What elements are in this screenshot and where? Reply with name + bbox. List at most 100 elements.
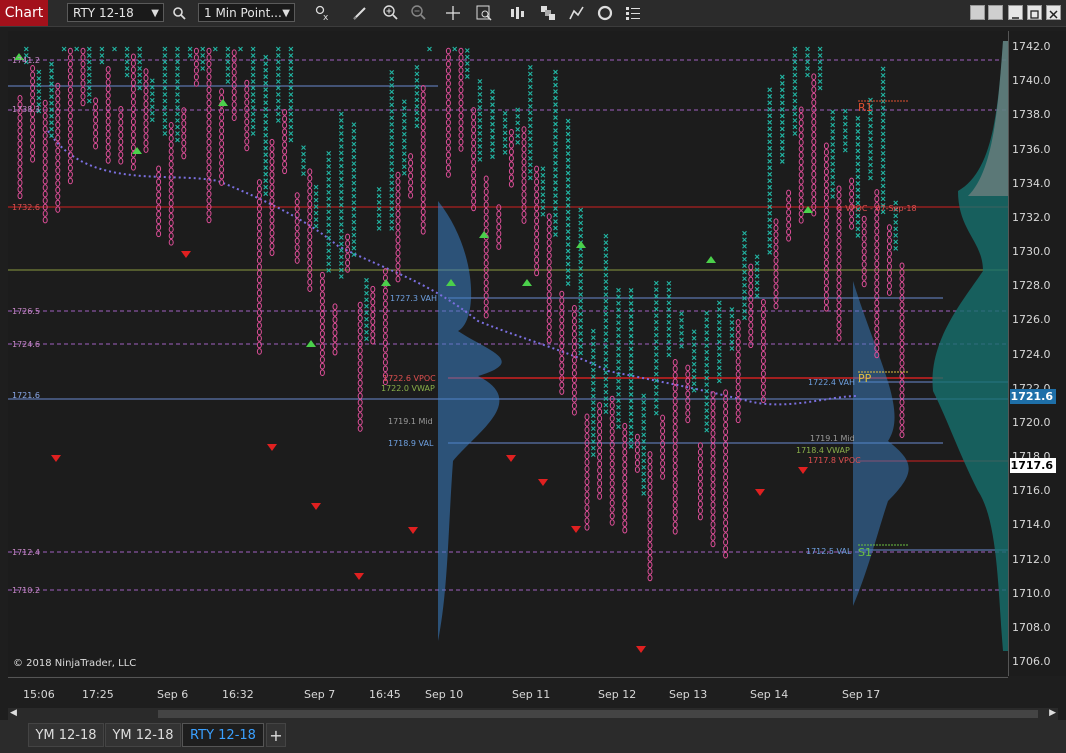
x-box bbox=[149, 110, 155, 116]
x-box bbox=[338, 176, 344, 182]
scroll-thumb[interactable] bbox=[158, 710, 1038, 718]
scroll-left-icon[interactable]: ◀ bbox=[10, 708, 17, 718]
bar-style-icon[interactable] bbox=[507, 2, 529, 24]
horizontal-scrollbar[interactable]: ◀ ▶ bbox=[8, 708, 1058, 720]
tab-ym-12-18[interactable]: YM 12-18 bbox=[28, 723, 104, 747]
o-box bbox=[622, 435, 628, 443]
search-icon[interactable] bbox=[168, 2, 190, 24]
refresh-icon[interactable] bbox=[594, 2, 616, 24]
o-box bbox=[93, 110, 99, 117]
minimize-icon[interactable] bbox=[1008, 5, 1023, 20]
o-box bbox=[899, 418, 905, 426]
down-reversal-icon bbox=[311, 503, 321, 510]
x-box bbox=[49, 74, 54, 80]
o-box bbox=[609, 499, 615, 507]
o-box bbox=[609, 512, 615, 520]
o-box bbox=[105, 111, 111, 119]
o-box bbox=[584, 420, 590, 427]
data-box-icon[interactable] bbox=[473, 2, 495, 24]
o-box bbox=[559, 297, 565, 304]
window-menu-icon[interactable] bbox=[970, 5, 985, 20]
o-box bbox=[697, 461, 703, 469]
x-box bbox=[175, 59, 180, 65]
o-box bbox=[748, 276, 754, 284]
x-box bbox=[792, 59, 798, 65]
x-box bbox=[351, 154, 357, 160]
indicators-icon[interactable] bbox=[566, 2, 588, 24]
x-box bbox=[880, 66, 886, 72]
point-and-figure-chart[interactable] bbox=[8, 31, 1008, 676]
x-box bbox=[225, 53, 231, 58]
chart-tab[interactable]: Chart bbox=[0, 0, 48, 26]
x-box bbox=[767, 249, 773, 255]
crosshair-icon[interactable] bbox=[442, 2, 464, 24]
strategies-icon[interactable] bbox=[537, 2, 559, 24]
x-box bbox=[414, 84, 420, 90]
x-box bbox=[565, 248, 571, 254]
tab-ym-12-18-2[interactable]: YM 12-18 bbox=[105, 723, 181, 747]
x-box bbox=[162, 85, 168, 91]
x-box bbox=[338, 157, 344, 162]
o-box bbox=[420, 195, 426, 203]
o-box bbox=[723, 434, 729, 442]
close-icon[interactable] bbox=[1046, 5, 1061, 20]
scroll-right-icon[interactable]: ▶ bbox=[1049, 708, 1056, 718]
o-box bbox=[206, 119, 212, 126]
o-box bbox=[521, 158, 527, 166]
x-box bbox=[893, 220, 899, 225]
x-box bbox=[590, 419, 596, 425]
x-box bbox=[855, 194, 861, 199]
o-box bbox=[874, 312, 880, 320]
o-box bbox=[30, 78, 36, 85]
x-box bbox=[578, 337, 584, 343]
x-box bbox=[351, 180, 357, 186]
window-menu-icon[interactable] bbox=[988, 5, 1003, 20]
price-tick-label: 1734.0 bbox=[1012, 176, 1051, 190]
x-box bbox=[351, 193, 357, 199]
maximize-icon[interactable] bbox=[1027, 5, 1042, 20]
x-box bbox=[830, 116, 836, 121]
x-box bbox=[792, 118, 798, 123]
o-box bbox=[672, 378, 678, 386]
o-box bbox=[647, 477, 653, 484]
o-box bbox=[723, 421, 729, 429]
zoom-in-icon[interactable] bbox=[380, 2, 402, 24]
interval-selector[interactable]: 1 Min Point... ▼ bbox=[198, 3, 295, 22]
x-box bbox=[578, 292, 584, 297]
x-box bbox=[389, 225, 395, 231]
o-box bbox=[168, 213, 174, 220]
draw-icon[interactable] bbox=[349, 2, 371, 24]
o-box bbox=[458, 99, 464, 107]
o-box bbox=[42, 119, 48, 126]
chart-panel[interactable] bbox=[8, 31, 1008, 676]
x-box bbox=[162, 111, 168, 117]
zoom-out-icon[interactable] bbox=[408, 2, 430, 24]
o-box bbox=[886, 282, 892, 290]
instrument-selector[interactable]: RTY 12-18 ▼ bbox=[67, 3, 164, 22]
o-box bbox=[710, 410, 716, 418]
tab-rty-12-18[interactable]: RTY 12-18 bbox=[182, 723, 264, 747]
o-box bbox=[219, 146, 225, 154]
o-box bbox=[219, 153, 225, 160]
x-box bbox=[175, 46, 180, 52]
o-box bbox=[521, 204, 527, 211]
o-box bbox=[143, 68, 149, 75]
add-tab-button[interactable]: + bbox=[266, 723, 286, 747]
x-box bbox=[553, 89, 558, 94]
properties-icon[interactable] bbox=[622, 2, 644, 24]
o-box bbox=[319, 304, 325, 311]
x-box bbox=[49, 94, 54, 100]
x-box bbox=[275, 105, 281, 110]
o-box bbox=[836, 243, 842, 251]
o-box bbox=[647, 496, 653, 504]
x-box bbox=[578, 272, 584, 278]
o-box bbox=[483, 188, 489, 196]
o-box bbox=[710, 391, 716, 398]
o-box bbox=[609, 519, 615, 526]
o-box bbox=[206, 60, 212, 68]
bar-type-icon[interactable]: x bbox=[312, 2, 334, 24]
o-box bbox=[823, 305, 829, 312]
o-box bbox=[408, 172, 414, 180]
o-box bbox=[622, 500, 628, 508]
o-box bbox=[445, 60, 451, 68]
